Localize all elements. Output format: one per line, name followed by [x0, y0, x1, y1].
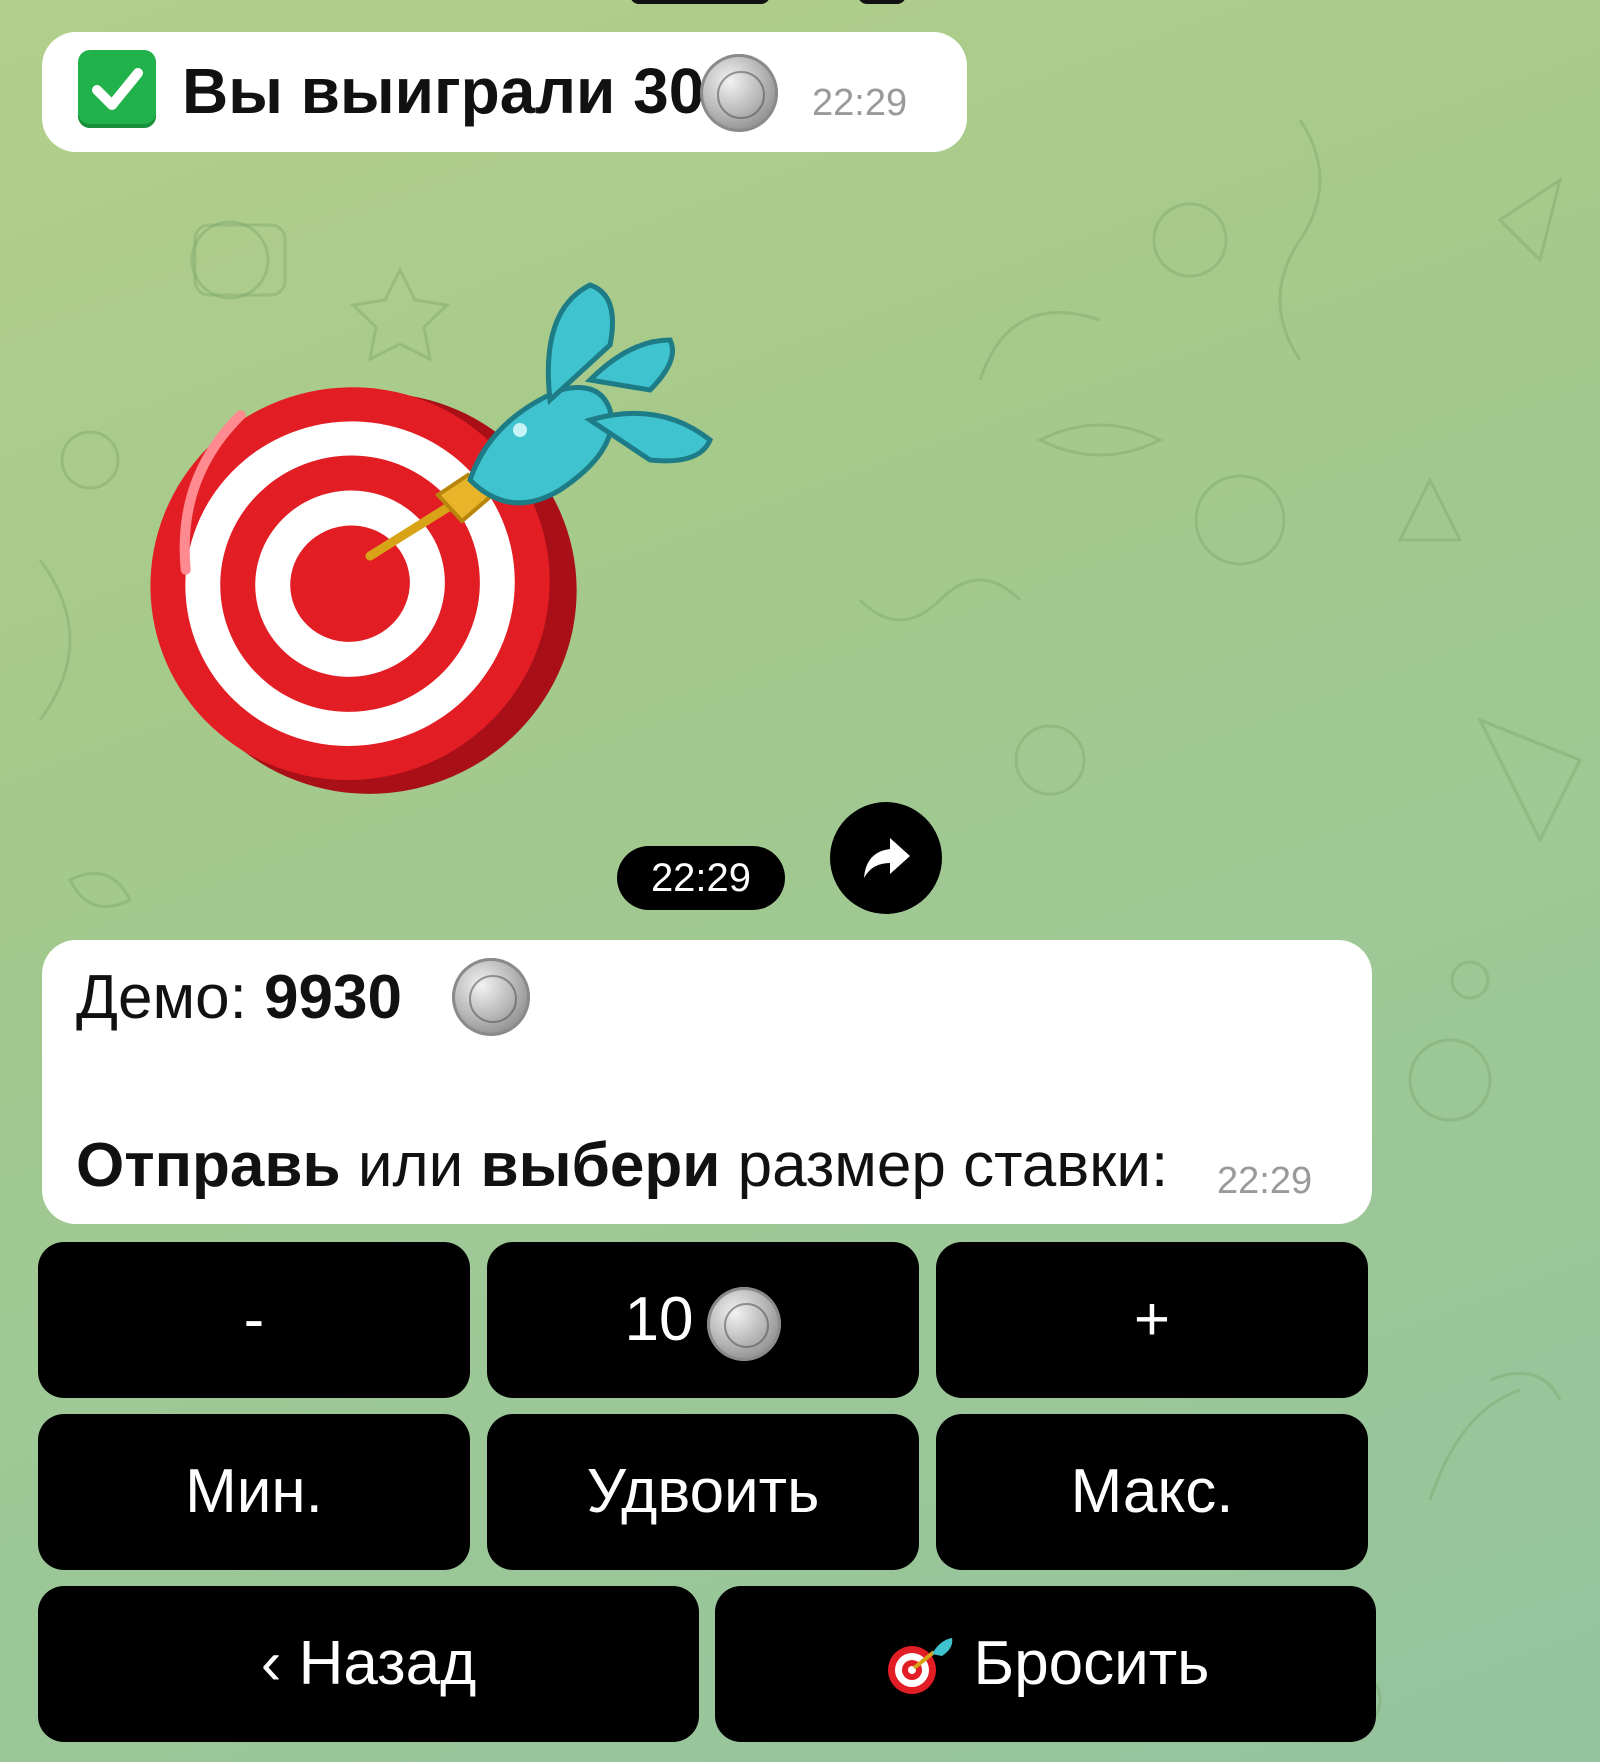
- darts-target-sticker[interactable]: [120, 270, 740, 810]
- bet-amount-value: 10: [624, 1285, 694, 1354]
- win-message-text: Вы выиграли 30: [182, 55, 705, 127]
- max-bet-button[interactable]: Макс.: [936, 1414, 1368, 1570]
- back-button[interactable]: ‹ Назад: [38, 1586, 699, 1742]
- status-bar-fragment: [630, 0, 770, 4]
- throw-label: Бросить: [973, 1629, 1210, 1698]
- increase-bet-button[interactable]: +: [936, 1242, 1368, 1398]
- prompt-choose: выбери: [480, 1131, 721, 1200]
- status-bar-fragment: [858, 0, 906, 4]
- demo-label: Демо:: [76, 963, 265, 1032]
- prompt-rest: размер ставки:: [720, 1131, 1169, 1200]
- win-message-bubble[interactable]: Вы выиграли 30 22:29: [42, 32, 967, 152]
- decrease-bet-button[interactable]: -: [38, 1242, 470, 1398]
- balance-message-bubble[interactable]: Демо: 9930 Отправь или выбери размер ста…: [42, 940, 1372, 1224]
- throw-button[interactable]: Бросить: [715, 1586, 1376, 1742]
- prompt-send: Отправь: [76, 1131, 341, 1200]
- min-bet-button[interactable]: Мин.: [38, 1414, 470, 1570]
- bet-amount-button[interactable]: 10: [487, 1242, 919, 1398]
- message-time: 22:29: [1217, 1160, 1313, 1202]
- message-time: 22:29: [812, 82, 908, 124]
- coin-icon: [452, 958, 530, 1036]
- sticker-time-badge: 22:29: [617, 846, 785, 910]
- bet-prompt: Отправь или выбери размер ставки:: [76, 1130, 1168, 1201]
- check-mark-icon: [78, 50, 156, 128]
- demo-balance-value: 9930: [264, 963, 402, 1032]
- darts-icon: [887, 1637, 952, 1694]
- coin-icon: [700, 54, 778, 132]
- forward-button[interactable]: [830, 802, 942, 914]
- double-bet-button[interactable]: Удвоить: [487, 1414, 919, 1570]
- coin-icon: [707, 1286, 782, 1361]
- share-arrow-icon: [864, 838, 910, 878]
- prompt-or: или: [340, 1131, 481, 1200]
- demo-balance-line: Демо: 9930: [76, 962, 402, 1033]
